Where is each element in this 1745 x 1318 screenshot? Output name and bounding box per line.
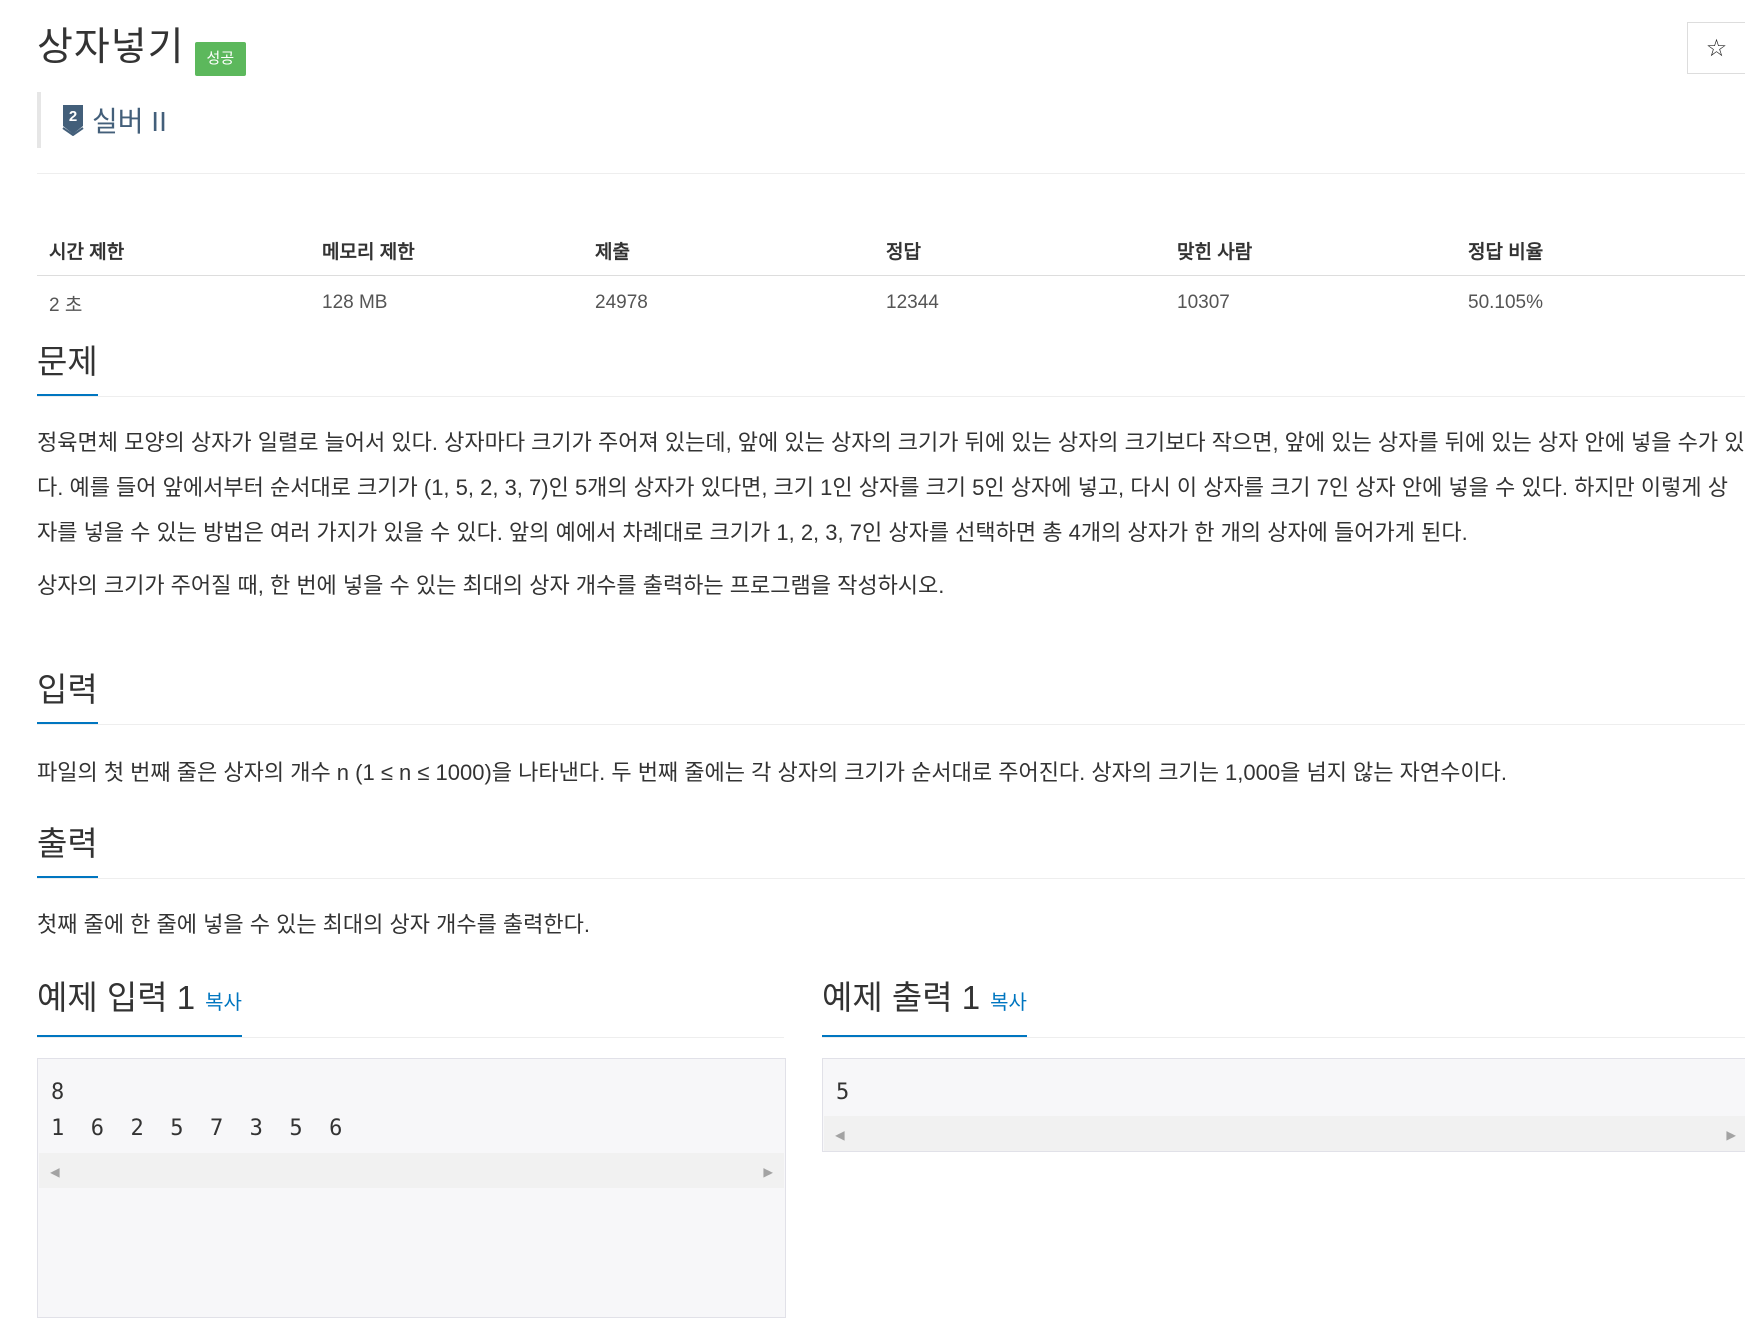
output-text: 첫째 줄에 한 줄에 넣을 수 있는 최대의 상자 개수를 출력한다. (37, 912, 590, 937)
sample-input-content: 8 1 6 2 5 7 3 5 6 (51, 1080, 343, 1141)
stats-header-solvers: 맞힌 사람 (1177, 241, 1253, 263)
star-icon: ☆ (1705, 34, 1728, 62)
sample-output-scrollbar[interactable]: ◀ ▶ (824, 1116, 1745, 1151)
sample-output-box[interactable]: 5 ◀ ▶ (822, 1058, 1745, 1152)
stats-header-time: 시간 제한 (49, 241, 125, 263)
tier-indicator[interactable]: 2 실버 II (37, 92, 167, 148)
silver-tier-icon: 2 (62, 105, 84, 136)
input-description: 파일의 첫 번째 줄은 상자의 개수 n (1 ≤ n ≤ 1000)을 나타낸… (37, 750, 1745, 795)
stats-value-ratio: 50.105% (1468, 292, 1544, 313)
divider (37, 173, 1745, 174)
output-heading: 출력 (37, 822, 98, 879)
sample-output-title: 예제 출력 1 (822, 979, 981, 1016)
sample-input-header: 예제 입력 1 복사 (37, 976, 784, 1038)
stats-header-ratio: 정답 비율 (1468, 241, 1544, 263)
status-badge: 성공 (194, 42, 247, 76)
copy-sample-input-button[interactable]: 복사 (205, 992, 242, 1014)
input-text: 파일의 첫 번째 줄은 상자의 개수 n (1 ≤ n ≤ 1000)을 나타낸… (37, 760, 1507, 785)
sample-input-scrollbar[interactable]: ◀ ▶ (39, 1153, 784, 1188)
stats-header-row: 시간 제한 메모리 제한 제출 정답 맞힌 사람 정답 비율 (37, 225, 1745, 276)
scroll-right-icon[interactable]: ▶ (763, 1162, 773, 1181)
problem-title: 상자넣기 (37, 26, 185, 69)
sample-output-header: 예제 출력 1 복사 (822, 976, 1745, 1038)
sample-input-box[interactable]: 8 1 6 2 5 7 3 5 6 ◀ ▶ (37, 1058, 786, 1318)
stats-table: 시간 제한 메모리 제한 제출 정답 맞힌 사람 정답 비율 2 초 128 M… (37, 225, 1745, 330)
scroll-right-icon[interactable]: ▶ (1726, 1125, 1736, 1144)
title-row: 상자넣기 성공 (37, 22, 247, 76)
input-heading: 입력 (37, 668, 98, 725)
stats-value-solvers: 10307 (1177, 292, 1230, 313)
tier-label: 실버 II (92, 106, 167, 137)
stats-value-row: 2 초 128 MB 24978 12344 10307 50.105% (37, 276, 1745, 330)
problem-heading: 문제 (37, 340, 98, 397)
problem-page: 상자넣기 성공 ☆ 2 실버 II 시간 제한 메모리 제한 제출 정답 맞힌 … (37, 0, 1745, 1318)
stats-value-submissions: 24978 (595, 292, 648, 313)
scroll-left-icon[interactable]: ◀ (50, 1162, 60, 1181)
sample-input-title: 예제 입력 1 (37, 979, 196, 1016)
output-description: 첫째 줄에 한 줄에 넣을 수 있는 최대의 상자 개수를 출력한다. (37, 902, 1745, 947)
stats-value-time: 2 초 (49, 294, 83, 316)
problem-description: 정육면체 모양의 상자가 일렬로 늘어서 있다. 상자마다 크기가 주어져 있는… (37, 420, 1745, 608)
problem-paragraph: 상자의 크기가 주어질 때, 한 번에 넣을 수 있는 최대의 상자 개수를 출… (37, 573, 945, 598)
stats-header-memory: 메모리 제한 (322, 241, 415, 263)
output-section-header: 출력 (37, 822, 1745, 879)
sample-output-heading: 예제 출력 1 복사 (822, 976, 1027, 1038)
sample-input-heading: 예제 입력 1 복사 (37, 976, 242, 1038)
stats-header-accepted: 정답 (886, 241, 921, 263)
problem-paragraph: 정육면체 모양의 상자가 일렬로 늘어서 있다. 상자마다 크기가 주어져 있는… (37, 430, 1745, 545)
input-section-header: 입력 (37, 668, 1745, 725)
stats-header-submissions: 제출 (595, 241, 630, 263)
tier-level: 2 (69, 108, 77, 125)
stats-value-accepted: 12344 (886, 292, 939, 313)
problem-section-header: 문제 (37, 340, 1745, 397)
copy-sample-output-button[interactable]: 복사 (990, 992, 1027, 1014)
star-button[interactable]: ☆ (1687, 22, 1745, 74)
stats-value-memory: 128 MB (322, 292, 388, 313)
scroll-left-icon[interactable]: ◀ (835, 1125, 845, 1144)
sample-output-content: 5 (836, 1080, 850, 1105)
